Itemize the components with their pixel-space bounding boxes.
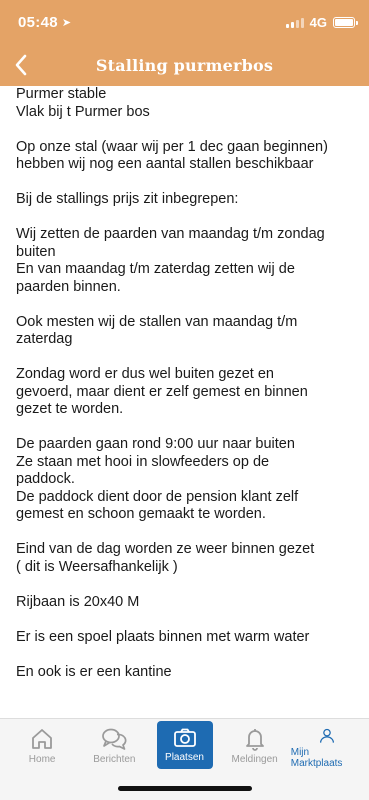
text-line: Rijbaan is 20x40 M — [16, 593, 140, 610]
tab-bar: Home Berichten Plaatsen Meldingen Mijn M… — [0, 718, 369, 800]
tab-berichten[interactable]: Berichten — [78, 721, 150, 769]
text-line: gemest en schoon gemaakt te worden. — [16, 506, 266, 522]
paragraph: Op onze stal (waar wij per 1 dec gaan be… — [16, 139, 355, 174]
nav-bar: Stalling purmerbos — [0, 44, 369, 86]
ad-description: Purmer stable Vlak bij t Purmer bos Op o… — [0, 86, 369, 718]
status-time: 05:48 — [18, 13, 58, 31]
text-line: Bij de stallings prijs zit inbegrepen: — [16, 191, 239, 207]
tab-mijn-marktplaats[interactable]: Mijn Marktplaats — [291, 721, 363, 769]
tab-label: Meldingen — [231, 754, 278, 765]
text-line: De paarden gaan rond 9:00 uur naar buite… — [16, 436, 295, 452]
text-line: zaterdag — [16, 331, 73, 347]
back-button[interactable] — [8, 52, 34, 78]
text-line: Ze staan met hooi in slowfeeders op de — [16, 453, 270, 470]
text-line: buiten — [16, 243, 56, 260]
text-line: Vlak bij t Purmer bos — [16, 103, 150, 120]
text-line: gevoerd, maar dient er zelf gemest en bi… — [16, 383, 308, 400]
text-line: paddock. — [16, 471, 75, 487]
text-line: Eind van de dag worden ze weer binnen ge… — [16, 541, 315, 557]
text-line: Wij zetten de paarden van maandag t/m zo… — [16, 226, 325, 242]
text-line: De paddock dient door de pension klant z… — [16, 488, 299, 505]
tab-plaatsen[interactable]: Plaatsen — [156, 721, 213, 769]
text-line: Er is een spoel plaats binnen met warm w… — [16, 628, 310, 645]
paragraph: Zondag word er dus wel buiten gezet en g… — [16, 366, 355, 419]
tab-label: Plaatsen — [165, 752, 204, 763]
battery-icon — [333, 16, 358, 28]
bell-icon — [245, 729, 264, 751]
network-type: 4G — [309, 14, 327, 30]
text-line: gezet te worden. — [16, 401, 124, 417]
tab-label: Home — [28, 754, 56, 765]
chevron-left-icon — [15, 54, 27, 76]
tab-home[interactable]: Home — [6, 721, 78, 769]
text-line: ( dit is Weersafhankelijk ) — [16, 558, 178, 575]
signal-icon — [285, 17, 304, 28]
tab-label: Mijn Marktplaats — [290, 747, 343, 769]
paragraph: Rijbaan is 20x40 M — [16, 594, 355, 612]
status-right: 4G — [285, 14, 358, 30]
page-title: Stalling purmerbos — [95, 55, 274, 75]
paragraph: En ook is er een kantine — [16, 664, 355, 682]
status-bar: 05:48 ➤ 4G — [0, 0, 369, 44]
text-line: Purmer stable — [16, 86, 107, 102]
paragraph: Bij de stallings prijs zit inbegrepen: — [16, 191, 355, 209]
status-time-group: 05:48 ➤ — [18, 14, 71, 31]
user-icon — [319, 728, 334, 743]
text-line: Op onze stal (waar wij per 1 dec gaan be… — [16, 138, 328, 155]
home-icon — [32, 729, 53, 749]
paragraph: Ook mesten wij de stallen van maandag t/… — [16, 314, 355, 349]
text-line: En van maandag t/m zaterdag zetten wij d… — [16, 261, 295, 277]
tab-meldingen[interactable]: Meldingen — [219, 721, 291, 769]
camera-icon — [173, 728, 196, 747]
text-line: paarden binnen. — [16, 278, 121, 295]
paragraph: Purmer stable Vlak bij t Purmer bos — [16, 86, 355, 121]
text-line: Zondag word er dus wel buiten gezet en — [16, 366, 274, 382]
location-arrow-icon: ➤ — [61, 16, 72, 29]
paragraph: De paarden gaan rond 9:00 uur naar buite… — [16, 436, 355, 524]
tab-label: Berichten — [93, 754, 136, 765]
paragraph: Eind van de dag worden ze weer binnen ge… — [16, 541, 355, 576]
home-indicator — [118, 786, 252, 791]
text-line: Ook mesten wij de stallen van maandag t/… — [16, 313, 298, 330]
paragraph: Er is een spoel plaats binnen met warm w… — [16, 629, 355, 647]
text-line: hebben wij nog een aantal stallen beschi… — [16, 156, 314, 172]
chat-bubbles-icon — [102, 728, 127, 750]
text-line: En ook is er een kantine — [16, 663, 172, 680]
paragraph: Wij zetten de paarden van maandag t/m zo… — [16, 226, 355, 296]
